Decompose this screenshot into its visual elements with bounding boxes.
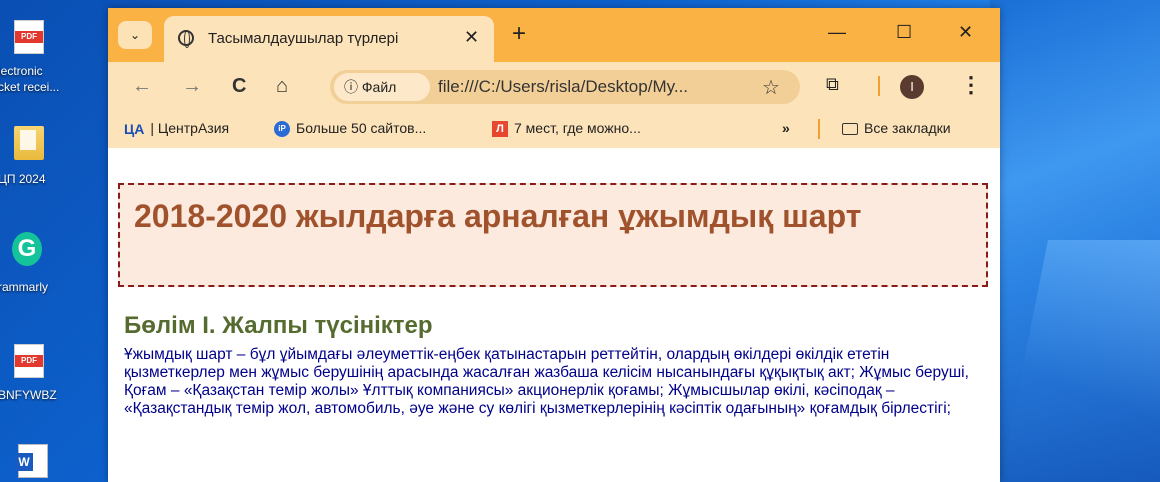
site-info-chip[interactable]: ⓘ Файл [334, 73, 430, 101]
forward-button[interactable]: → [182, 74, 202, 98]
desktop-icon-label: lectronic [0, 64, 43, 78]
chevron-down-icon: ⌄ [129, 28, 141, 42]
ip-icon: iP [274, 121, 290, 138]
l-icon: Л [492, 121, 508, 138]
reload-button[interactable]: C [232, 74, 246, 98]
close-window-button[interactable]: ✕ [958, 22, 973, 43]
bookmark-7-places[interactable]: Л 7 мест, где можно... [492, 120, 641, 138]
pdf-file-icon: PDF [14, 344, 44, 378]
body-paragraph: Ұжымдық шарт – бұл ұйымдағы әлеуметтік-е… [124, 346, 969, 417]
globe-icon [178, 30, 194, 48]
address-bar[interactable]: ⓘ Файл file:///C:/Users/risla/Desktop/My… [330, 70, 800, 104]
extensions-puzzle-icon[interactable]: ⧉ [826, 74, 839, 95]
tab-strip: ⌄ Тасымалдаушылар түрлері ✕ + — ☐ ✕ [108, 8, 1000, 62]
tab-active[interactable]: Тасымалдаушылар түрлері ✕ [164, 16, 494, 62]
toolbar: ← → C ⌂ ⓘ Файл file:///C:/Users/risla/De… [108, 62, 1000, 110]
grammarly-icon: G [12, 232, 42, 266]
menu-button[interactable]: ⋮ [960, 72, 982, 98]
centrasia-icon: ЦА [124, 121, 145, 138]
desktop-icon-label: BNFYWBZ [0, 388, 57, 402]
bookmarks-overflow-button[interactable]: » [782, 120, 790, 136]
pdf-file-icon: PDF [14, 20, 44, 54]
maximize-button[interactable]: ☐ [896, 22, 912, 43]
tab-title: Тасымалдаушылар түрлері [208, 30, 399, 47]
desktop-icon-folder[interactable]: ЦП 2024 [0, 120, 90, 190]
folder-icon [842, 123, 858, 136]
bookmark-label: | ЦентрАзия [150, 120, 230, 136]
desktop-icon-pdf[interactable]: PDF BNFYWBZ [0, 340, 90, 410]
bookmark-star-icon[interactable]: ☆ [762, 75, 780, 100]
tab-search-button[interactable]: ⌄ [118, 21, 152, 49]
bookmarks-divider [818, 119, 820, 139]
tab-close-button[interactable]: ✕ [464, 27, 479, 48]
folder-icon [14, 126, 44, 160]
minimize-button[interactable]: — [828, 22, 846, 43]
browser-window: ⌄ Тасымалдаушылар түрлері ✕ + — ☐ ✕ ← → … [108, 8, 1000, 482]
bookmark-label: 7 мест, где можно... [514, 120, 641, 136]
desktop-icon-label: ЦП 2024 [0, 172, 46, 186]
desktop-icon-grammarly[interactable]: G rammarly [0, 228, 90, 298]
all-bookmarks-label: Все закладки [864, 120, 951, 136]
bookmark-label: Больше 50 сайтов... [296, 120, 427, 136]
section-heading: Бөлім I. Жалпы түсініктер [124, 312, 433, 339]
all-bookmarks-button[interactable]: Все закладки [842, 120, 951, 136]
new-tab-button[interactable]: + [512, 22, 526, 46]
desktop-icon-label: cket recei... [0, 80, 60, 94]
page-content: 2018-2020 жылдарға арналған ұжымдық шарт… [108, 148, 1000, 482]
desktop-icon-electronic-receipt[interactable]: PDF lectronic cket recei... [0, 14, 90, 104]
bookmark-50-sites[interactable]: iP Больше 50 сайтов... [274, 120, 427, 138]
bookmark-centrasia[interactable]: ЦА | ЦентрАзия [124, 120, 229, 137]
back-button[interactable]: ← [132, 74, 152, 98]
toolbar-divider [878, 76, 880, 96]
url-text[interactable]: file:///C:/Users/risla/Desktop/My... [438, 77, 688, 97]
profile-avatar[interactable]: I [900, 75, 924, 99]
bookmarks-bar: ЦА | ЦентрАзия iP Больше 50 сайтов... Л 7 м… [108, 110, 1000, 148]
word-document-icon: W [15, 444, 48, 478]
home-button[interactable]: ⌂ [276, 74, 288, 98]
desktop-icon-label: rammarly [0, 280, 48, 294]
title-box: 2018-2020 жылдарға арналған ұжымдық шарт [118, 183, 988, 287]
page-title: 2018-2020 жылдарға арналған ұжымдық шарт [134, 198, 862, 234]
desktop-icon-word[interactable]: W [0, 440, 90, 482]
